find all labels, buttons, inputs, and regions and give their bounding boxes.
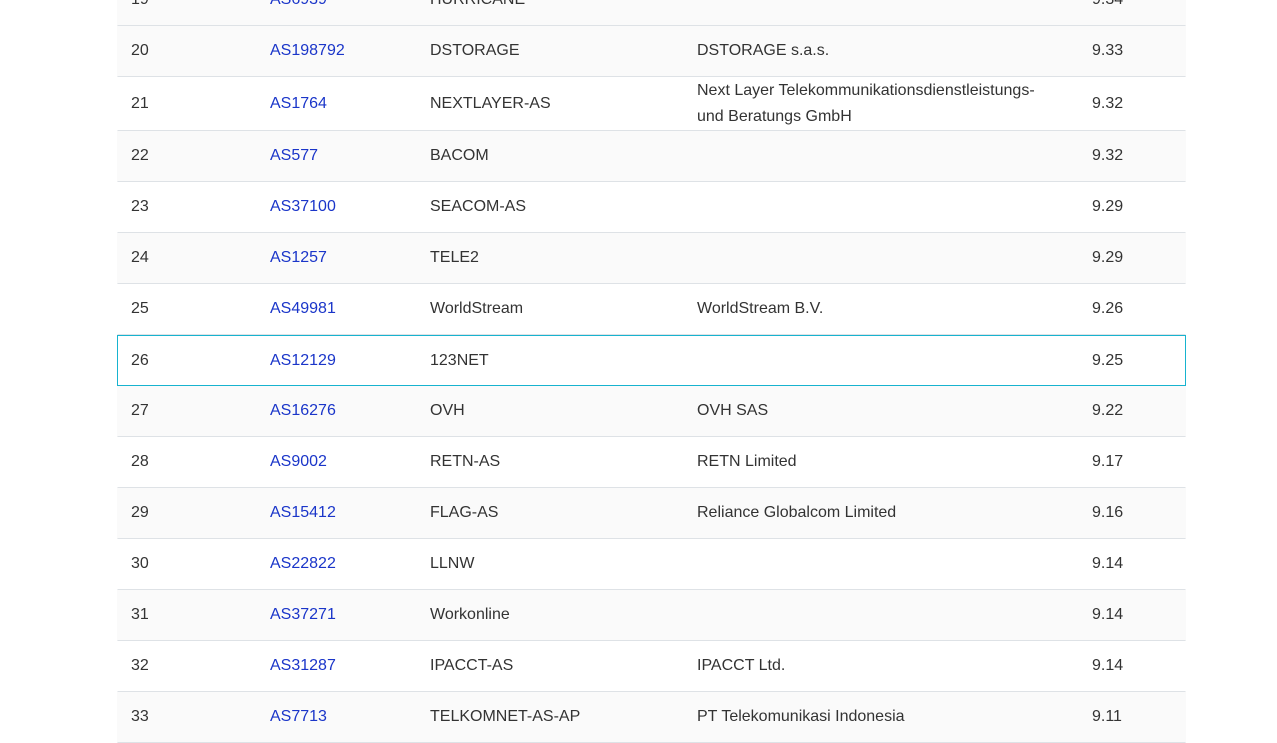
- table-row: 23 AS37100 SEACOM-AS 9.29: [117, 182, 1186, 233]
- asn-link[interactable]: AS37100: [270, 194, 336, 220]
- table-row: 19 AS6939 HURRICANE 9.34: [117, 0, 1186, 26]
- rank-cell: 19: [131, 0, 149, 25]
- organization-cell: IPACCT Ltd.: [697, 657, 786, 674]
- as-name-cell: BACOM: [430, 147, 489, 164]
- table-row: 32 AS31287 IPACCT-AS IPACCT Ltd. 9.14: [117, 641, 1186, 692]
- asn-link[interactable]: AS16276: [270, 398, 336, 424]
- as-name-cell: RETN-AS: [430, 453, 501, 470]
- organization-cell: [697, 336, 1057, 385]
- asn-link[interactable]: AS49981: [270, 296, 336, 322]
- rank-cell: 28: [131, 453, 149, 470]
- table-row: 30 AS22822 LLNW 9.14: [117, 539, 1186, 590]
- score-cell: 9.33: [1092, 42, 1124, 59]
- organization-cell: Reliance Globalcom Limited: [697, 504, 897, 521]
- asn-link[interactable]: AS1764: [270, 91, 327, 117]
- table-row: 20 AS198792 DSTORAGE DSTORAGE s.a.s. 9.3…: [117, 26, 1186, 77]
- asn-link[interactable]: AS9002: [270, 449, 327, 475]
- as-name-cell: TELKOMNET-AS-AP: [430, 708, 581, 725]
- table-row: 28 AS9002 RETN-AS RETN Limited 9.17: [117, 437, 1186, 488]
- asn-link[interactable]: AS7713: [270, 704, 327, 730]
- organization-cell: [697, 590, 1057, 640]
- asn-link[interactable]: AS6939: [270, 0, 327, 13]
- score-cell: 9.17: [1092, 453, 1124, 470]
- score-cell: 9.16: [1092, 504, 1124, 521]
- as-name-cell: TELE2: [430, 249, 479, 266]
- score-cell: 9.29: [1092, 198, 1124, 215]
- organization-cell: DSTORAGE s.a.s.: [697, 42, 830, 59]
- score-cell: 9.32: [1092, 147, 1124, 164]
- score-cell: 9.11: [1092, 708, 1122, 725]
- rank-cell: 25: [131, 300, 149, 317]
- as-name-cell: 123NET: [430, 351, 489, 369]
- asn-link[interactable]: AS12129: [270, 348, 336, 374]
- score-cell: 9.25: [1092, 351, 1124, 369]
- organization-cell: OVH SAS: [697, 402, 769, 419]
- rank-cell: 31: [131, 606, 149, 623]
- score-cell: 9.14: [1092, 606, 1124, 623]
- table-row-highlighted[interactable]: 26 AS12129 123NET 9.25: [117, 335, 1186, 386]
- rank-cell: 24: [131, 249, 149, 266]
- table-row: 27 AS16276 OVH OVH SAS 9.22: [117, 386, 1186, 437]
- as-name-cell: WorldStream: [430, 300, 524, 317]
- rank-cell: 27: [131, 402, 149, 419]
- as-name-cell: FLAG-AS: [430, 504, 499, 521]
- as-name-cell: LLNW: [430, 555, 475, 572]
- rank-cell: 21: [131, 94, 149, 112]
- asn-link[interactable]: AS577: [270, 143, 318, 169]
- as-name-cell: SEACOM-AS: [430, 198, 527, 215]
- asn-link[interactable]: AS22822: [270, 551, 336, 577]
- table-row: 25 AS49981 WorldStream WorldStream B.V. …: [117, 284, 1186, 335]
- table-row: 21 AS1764 NEXTLAYER-AS Next Layer Teleko…: [117, 77, 1186, 131]
- score-cell: 9.32: [1092, 94, 1124, 112]
- asn-link[interactable]: AS1257: [270, 245, 327, 271]
- organization-cell: [697, 539, 1057, 589]
- as-name-cell: NEXTLAYER-AS: [430, 94, 551, 112]
- organization-cell: Next Layer Telekommunikationsdienstleist…: [697, 81, 1035, 125]
- score-cell: 9.14: [1092, 555, 1124, 572]
- organization-cell: [697, 131, 1057, 181]
- as-name-cell: HURRICANE: [430, 0, 525, 25]
- table-row: 24 AS1257 TELE2 9.29: [117, 233, 1186, 284]
- rank-cell: 32: [131, 657, 149, 674]
- score-cell: 9.29: [1092, 249, 1124, 266]
- asn-link[interactable]: AS31287: [270, 653, 336, 679]
- score-cell: 9.14: [1092, 657, 1124, 674]
- as-name-cell: Workonline: [430, 606, 510, 623]
- organization-cell: RETN Limited: [697, 453, 797, 470]
- organization-cell: [697, 233, 1057, 283]
- score-cell: 9.22: [1092, 402, 1124, 419]
- organization-cell: PT Telekomunikasi Indonesia: [697, 708, 905, 725]
- rank-cell: 26: [131, 351, 149, 369]
- organization-cell: [697, 182, 1057, 232]
- rank-cell: 22: [131, 147, 149, 164]
- rank-cell: 33: [131, 708, 149, 725]
- as-name-cell: OVH: [430, 402, 465, 419]
- score-cell: 9.34: [1092, 0, 1123, 25]
- asn-link[interactable]: AS37271: [270, 602, 336, 628]
- rank-cell: 30: [131, 555, 149, 572]
- rank-cell: 20: [131, 42, 149, 59]
- table-row: 31 AS37271 Workonline 9.14: [117, 590, 1186, 641]
- rank-cell: 23: [131, 198, 149, 215]
- organization-cell: [697, 0, 1057, 25]
- score-cell: 9.26: [1092, 300, 1124, 317]
- table-row: 33 AS7713 TELKOMNET-AS-AP PT Telekomunik…: [117, 692, 1186, 743]
- table-row: 29 AS15412 FLAG-AS Reliance Globalcom Li…: [117, 488, 1186, 539]
- rank-cell: 29: [131, 504, 149, 521]
- as-name-cell: IPACCT-AS: [430, 657, 514, 674]
- asn-link[interactable]: AS198792: [270, 38, 345, 64]
- asn-link[interactable]: AS15412: [270, 500, 336, 526]
- asn-ranking-table: 19 AS6939 HURRICANE 9.34 20 AS198792 DST…: [117, 0, 1186, 743]
- as-name-cell: DSTORAGE: [430, 42, 520, 59]
- table-row: 22 AS577 BACOM 9.32: [117, 131, 1186, 182]
- organization-cell: WorldStream B.V.: [697, 300, 824, 317]
